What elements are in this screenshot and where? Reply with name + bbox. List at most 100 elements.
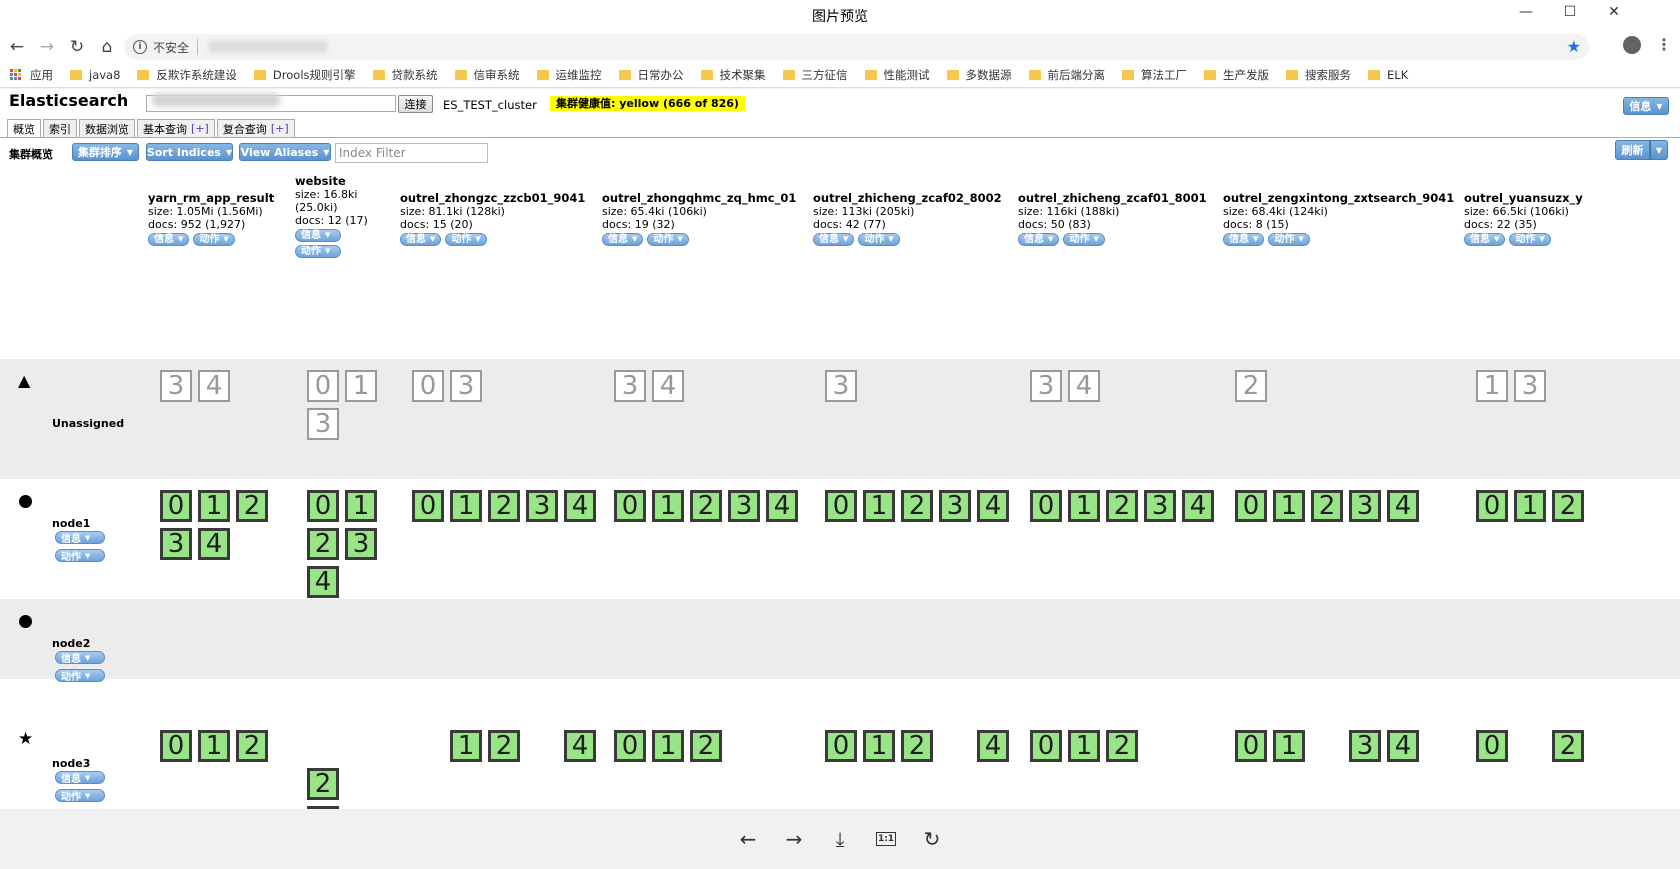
forward-icon[interactable]: → (34, 34, 60, 60)
bookmark-item[interactable]: 信审系统 (454, 67, 520, 83)
primary-shard[interactable]: 1 (345, 490, 377, 522)
reload-icon[interactable]: ↻ (64, 34, 90, 60)
unassigned-shard[interactable]: 1 (1476, 370, 1508, 402)
primary-shard[interactable]: 3 (1349, 490, 1381, 522)
primary-shard[interactable]: 1 (1273, 730, 1305, 762)
refresh-button[interactable]: 刷新 (1615, 140, 1650, 160)
info-icon[interactable]: i (133, 40, 147, 54)
unassigned-shard[interactable]: 3 (307, 408, 339, 440)
bookmark-item[interactable]: 性能测试 (864, 67, 930, 83)
node-info-button[interactable]: 信息 ▼ (55, 531, 105, 545)
primary-shard[interactable]: 4 (1387, 490, 1419, 522)
index-info-button[interactable]: 信息 ▼ (1018, 233, 1060, 246)
primary-shard[interactable]: 1 (450, 490, 482, 522)
bookmark-item[interactable]: 运维监控 (536, 67, 602, 83)
bookmark-item[interactable]: java8 (70, 68, 120, 82)
tab-4[interactable]: 复合查询 [+] (216, 119, 295, 137)
home-icon[interactable]: ⌂ (94, 34, 120, 60)
index-info-button[interactable]: 信息 ▼ (400, 233, 442, 246)
primary-shard[interactable]: 2 (1552, 730, 1584, 762)
bookmark-star-icon[interactable]: ★ (1567, 37, 1581, 56)
primary-shard[interactable]: 1 (863, 730, 895, 762)
unassigned-shard[interactable]: 3 (1030, 370, 1062, 402)
primary-shard[interactable]: 3 (160, 528, 192, 560)
primary-shard[interactable]: 1 (652, 730, 684, 762)
primary-shard[interactable]: 3 (939, 490, 971, 522)
primary-shard[interactable]: 4 (1387, 730, 1419, 762)
primary-shard[interactable]: 3 (1144, 490, 1176, 522)
refresh-dropdown-button[interactable]: ▼ (1650, 140, 1668, 160)
index-action-button[interactable]: 动作 ▼ (445, 233, 487, 246)
primary-shard[interactable]: 0 (825, 490, 857, 522)
primary-shard[interactable]: 1 (1514, 490, 1546, 522)
primary-shard[interactable]: 2 (690, 490, 722, 522)
primary-shard[interactable]: 3 (728, 490, 760, 522)
primary-shard[interactable]: 2 (1311, 490, 1343, 522)
index-info-button[interactable]: 信息 ▼ (295, 229, 341, 242)
index-action-button[interactable]: 动作 ▼ (647, 233, 689, 246)
info-menu-button[interactable]: 信息 ▼ (1623, 97, 1669, 115)
primary-shard[interactable]: 4 (198, 528, 230, 560)
primary-shard[interactable]: 2 (488, 730, 520, 762)
index-info-button[interactable]: 信息 ▼ (148, 233, 190, 246)
unassigned-shard[interactable]: 0 (412, 370, 444, 402)
primary-shard[interactable]: 0 (1030, 730, 1062, 762)
view-aliases-button[interactable]: View Aliases ▼ (239, 143, 331, 161)
primary-shard[interactable]: 4 (977, 490, 1009, 522)
bookmark-item[interactable]: ELK (1368, 68, 1408, 82)
primary-shard[interactable]: 0 (825, 730, 857, 762)
index-info-button[interactable]: 信息 ▼ (602, 233, 644, 246)
primary-shard[interactable]: 4 (307, 566, 339, 598)
unassigned-shard[interactable]: 3 (1514, 370, 1546, 402)
sort-cluster-button[interactable]: 集群排序 ▼ (72, 143, 139, 161)
primary-shard[interactable]: 1 (1068, 490, 1100, 522)
primary-shard[interactable]: 2 (1552, 490, 1584, 522)
primary-shard[interactable]: 2 (307, 528, 339, 560)
unassigned-shard[interactable]: 3 (825, 370, 857, 402)
primary-shard[interactable]: 1 (1273, 490, 1305, 522)
primary-shard[interactable]: 0 (614, 490, 646, 522)
index-action-button[interactable]: 动作 ▼ (858, 233, 900, 246)
primary-shard[interactable]: 2 (901, 730, 933, 762)
primary-shard[interactable]: 2 (1106, 730, 1138, 762)
tab-add-icon[interactable]: [+] (191, 122, 209, 135)
primary-shard[interactable]: 1 (198, 490, 230, 522)
index-info-button[interactable]: 信息 ▼ (1464, 233, 1506, 246)
node-action-button[interactable]: 动作 ▼ (55, 549, 105, 563)
bookmark-item[interactable]: 技术聚集 (700, 67, 766, 83)
primary-shard[interactable]: 0 (1476, 490, 1508, 522)
connect-button[interactable]: 连接 (398, 95, 433, 113)
unassigned-shard[interactable]: 3 (450, 370, 482, 402)
primary-shard[interactable]: 0 (1235, 730, 1267, 762)
primary-shard[interactable]: 0 (1235, 490, 1267, 522)
primary-shard[interactable]: 2 (901, 490, 933, 522)
primary-shard[interactable]: 1 (652, 490, 684, 522)
node-action-button[interactable]: 动作 ▼ (55, 789, 105, 803)
tab-3[interactable]: 基本查询 [+] (137, 119, 215, 137)
bookmark-item[interactable]: Drools规则引擎 (253, 67, 356, 83)
node-info-button[interactable]: 信息 ▼ (55, 771, 105, 785)
primary-shard[interactable]: 3 (1349, 730, 1381, 762)
bookmark-item[interactable]: 生产发版 (1204, 67, 1269, 83)
primary-shard[interactable]: 2 (236, 730, 268, 762)
tab-2[interactable]: 数据浏览 (79, 119, 135, 137)
node-info-button[interactable]: 信息 ▼ (55, 651, 105, 665)
index-action-button[interactable]: 动作 ▼ (193, 233, 235, 246)
unassigned-shard[interactable]: 4 (652, 370, 684, 402)
address-bar[interactable]: i 不安全 ★ (124, 34, 1589, 60)
primary-shard[interactable]: 1 (863, 490, 895, 522)
profile-icon[interactable] (1623, 36, 1641, 54)
primary-shard[interactable]: 1 (198, 730, 230, 762)
download-icon[interactable]: ⤓ (817, 824, 863, 854)
tab-add-icon[interactable]: [+] (271, 122, 289, 135)
bookmark-item[interactable]: 前后端分离 (1028, 67, 1105, 83)
bookmark-item[interactable]: 搜索服务 (1286, 67, 1351, 83)
index-action-button[interactable]: 动作 ▼ (1268, 233, 1310, 246)
unassigned-shard[interactable]: 4 (1068, 370, 1100, 402)
primary-shard[interactable]: 0 (1030, 490, 1062, 522)
tab-1[interactable]: 索引 (43, 119, 77, 137)
primary-shard[interactable]: 0 (307, 490, 339, 522)
bookmark-item[interactable]: 多数据源 (946, 67, 1012, 83)
index-info-button[interactable]: 信息 ▼ (813, 233, 855, 246)
bookmark-item[interactable]: 日常办公 (618, 67, 684, 83)
